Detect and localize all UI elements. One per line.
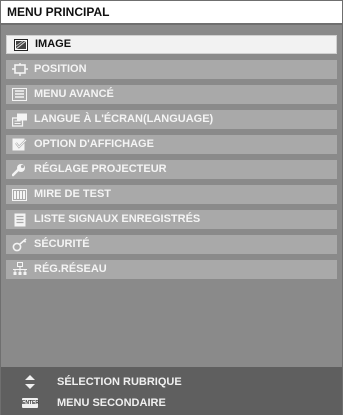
display-option-icon (11, 137, 28, 152)
footer-select-label: SÉLECTION RUBRIQUE (57, 376, 182, 388)
menu-item-security[interactable]: SÉCURITÉ (6, 235, 337, 254)
menu-item-label: SÉCURITÉ (34, 238, 90, 250)
menu-item-label: RÉG.RÉSEAU (34, 263, 107, 275)
enter-key-label: ENTER (22, 398, 39, 408)
security-key-icon (11, 237, 28, 252)
menu-item-position[interactable]: POSITION (6, 60, 337, 79)
position-icon (11, 62, 28, 77)
menu-item-test-pattern[interactable]: MIRE DE TEST (6, 185, 337, 204)
language-icon (11, 112, 28, 127)
menu-item-label: LANGUE À L'ÉCRAN(LANGUAGE) (34, 113, 214, 125)
menu-item-label: IMAGE (35, 38, 72, 50)
menu-item-label: OPTION D'AFFICHAGE (34, 138, 154, 150)
footer-help-bar: SÉLECTION RUBRIQUE ENTER MENU SECONDAIRE (1, 366, 342, 415)
menu-item-label: RÉGLAGE PROJECTEUR (34, 163, 167, 175)
footer-select-hint: SÉLECTION RUBRIQUE (1, 372, 342, 392)
menu-item-label: POSITION (34, 63, 87, 75)
test-pattern-icon (11, 187, 28, 202)
menu-item-projector-setting[interactable]: RÉGLAGE PROJECTEUR (6, 160, 337, 179)
up-down-arrows-icon (22, 375, 38, 389)
footer-submenu-label: MENU SECONDAIRE (57, 397, 166, 409)
menu-item-signal-list[interactable]: LISTE SIGNAUX ENREGISTRÉS (6, 210, 337, 229)
menu-item-image[interactable]: IMAGE (6, 35, 337, 54)
image-icon (12, 37, 29, 52)
menu-item-advanced-menu[interactable]: MENU AVANCÉ (6, 85, 337, 104)
main-menu-window: MENU PRINCIPAL IMAGE POSITION MENU AVANC… (0, 0, 343, 415)
enter-key-icon: ENTER (22, 396, 39, 410)
footer-submenu-hint: ENTER MENU SECONDAIRE (1, 393, 342, 413)
menu-item-label: LISTE SIGNAUX ENREGISTRÉS (34, 213, 201, 225)
projector-setting-icon (11, 162, 28, 177)
menu-item-language[interactable]: LANGUE À L'ÉCRAN(LANGUAGE) (6, 110, 337, 129)
signal-list-icon (11, 212, 28, 227)
main-menu-list: IMAGE POSITION MENU AVANCÉ LANGUE À L'ÉC… (6, 35, 337, 285)
menu-item-network[interactable]: RÉG.RÉSEAU (6, 260, 337, 279)
menu-item-display-option[interactable]: OPTION D'AFFICHAGE (6, 135, 337, 154)
advanced-menu-icon (11, 87, 28, 102)
menu-item-label: MIRE DE TEST (34, 188, 112, 200)
menu-title: MENU PRINCIPAL (1, 1, 342, 25)
menu-item-label: MENU AVANCÉ (34, 88, 114, 100)
network-icon (11, 262, 28, 277)
